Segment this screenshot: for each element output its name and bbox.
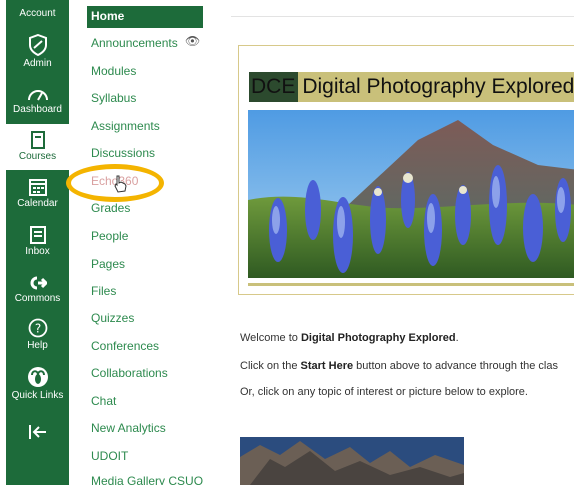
- banner-dce-tag: DCE: [249, 72, 299, 102]
- course-nav-grades[interactable]: Grades: [91, 201, 130, 215]
- global-nav-courses[interactable]: Courses: [6, 124, 69, 170]
- course-nav-pages[interactable]: Pages: [91, 257, 125, 271]
- global-nav: Account Admin Dashboard Courses Calendar…: [6, 0, 69, 485]
- dashboard-label: Dashboard: [13, 104, 62, 115]
- course-nav-modules[interactable]: Modules: [91, 64, 136, 78]
- inbox-icon: [29, 226, 46, 244]
- banner-photo[interactable]: [248, 110, 574, 278]
- account-label: Account: [19, 8, 56, 19]
- book-icon: [30, 131, 45, 149]
- course-nav-syllabus[interactable]: Syllabus: [91, 91, 136, 105]
- dashboard-icon: [27, 90, 48, 101]
- banner-title: DCE Digital Photography Explored: [249, 72, 574, 102]
- quick-links-label: Quick Links: [11, 390, 64, 401]
- welcome-text: Welcome to Digital Photography Explored.: [240, 332, 459, 344]
- course-banner: DCE Digital Photography Explored: [238, 45, 574, 295]
- global-nav-inbox[interactable]: Inbox: [6, 226, 69, 258]
- hand-cursor-icon: [114, 175, 127, 193]
- course-nav-collaborations[interactable]: Collaborations: [91, 366, 168, 380]
- global-nav-quick-links[interactable]: Quick Links: [6, 366, 69, 402]
- course-nav-discussions[interactable]: Discussions: [91, 146, 155, 160]
- svg-text:?: ?: [34, 322, 40, 336]
- calendar-icon: [28, 179, 47, 196]
- ram-logo-icon: [27, 367, 48, 387]
- hidden-eye-icon: 👁︎: [185, 34, 201, 48]
- shield-icon: [28, 34, 47, 56]
- lupine-mountain-photo: [248, 110, 574, 278]
- topic-thumbnail[interactable]: [240, 437, 464, 485]
- global-nav-commons[interactable]: Commons: [6, 275, 69, 305]
- admin-label: Admin: [23, 58, 52, 69]
- rocky-mountain-photo: [240, 437, 464, 485]
- commons-arrow-icon: [30, 276, 47, 290]
- course-nav-home[interactable]: Home: [87, 6, 203, 28]
- courses-label: Courses: [18, 151, 57, 162]
- course-nav-udoit[interactable]: UDOIT: [91, 449, 128, 463]
- course-nav-assignments[interactable]: Assignments: [91, 119, 160, 133]
- global-nav-help[interactable]: ? Help: [6, 318, 69, 352]
- global-nav-account[interactable]: Account: [6, 8, 69, 20]
- course-nav-quizzes[interactable]: Quizzes: [91, 311, 134, 325]
- course-nav-new-analytics[interactable]: New Analytics: [91, 421, 166, 435]
- course-nav-announcements[interactable]: Announcements: [91, 36, 178, 50]
- course-nav-conferences[interactable]: Conferences: [91, 339, 159, 353]
- global-nav-calendar[interactable]: Calendar: [6, 178, 69, 210]
- instructions-text: Click on the Start Here button above to …: [240, 360, 558, 372]
- course-nav-chat[interactable]: Chat: [91, 394, 116, 408]
- header-divider: [231, 16, 574, 17]
- collapse-arrow-icon: [28, 425, 46, 439]
- banner-underline: [248, 283, 574, 286]
- course-name-bold: Digital Photography Explored: [300, 332, 456, 344]
- inbox-label: Inbox: [25, 246, 50, 257]
- course-nav-media-gallery[interactable]: Media Gallery CSUO: [91, 474, 203, 485]
- explore-text: Or, click on any topic of interest or pi…: [240, 386, 528, 398]
- course-nav: Home Announcements 👁︎ Modules Syllabus A…: [87, 0, 207, 485]
- collapse-nav-button[interactable]: [6, 424, 69, 442]
- commons-label: Commons: [14, 293, 61, 304]
- global-nav-dashboard[interactable]: Dashboard: [6, 86, 69, 116]
- calendar-label: Calendar: [17, 198, 58, 209]
- start-here-bold: Start Here: [300, 360, 354, 372]
- help-icon: ?: [28, 318, 47, 338]
- help-label: Help: [27, 340, 48, 351]
- banner-course-title: Digital Photography Explored: [302, 75, 574, 98]
- global-nav-admin[interactable]: Admin: [6, 34, 69, 70]
- course-nav-files[interactable]: Files: [91, 284, 116, 298]
- course-nav-people[interactable]: People: [91, 229, 128, 243]
